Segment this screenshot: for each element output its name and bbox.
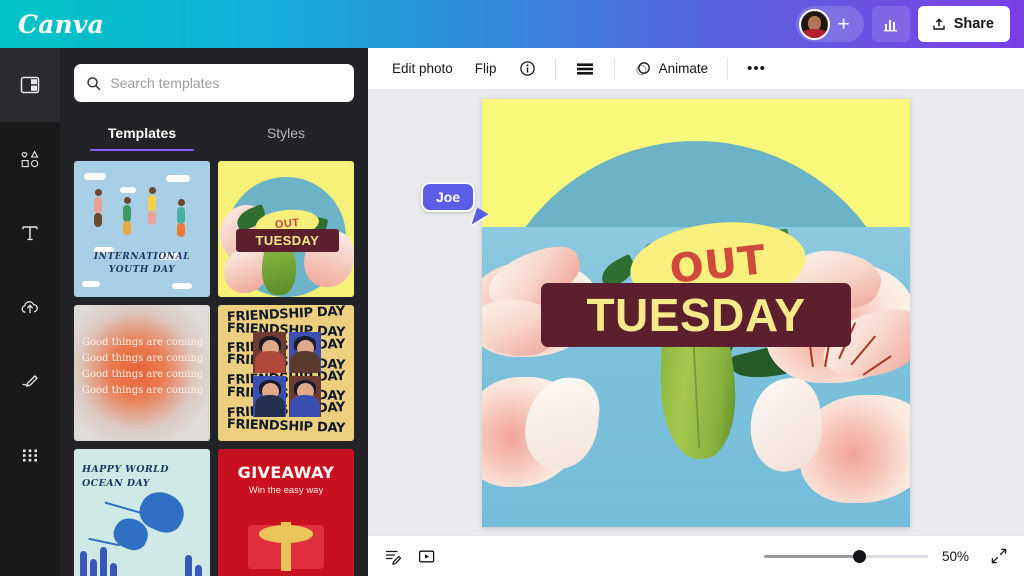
canvas-tuesday-banner[interactable]: TUESDAY	[541, 282, 851, 347]
text-t-icon	[22, 226, 38, 241]
present-button[interactable]	[417, 547, 436, 566]
animate-button[interactable]: Animate	[624, 54, 719, 84]
position-button[interactable]	[565, 55, 605, 83]
share-button[interactable]: Share	[917, 6, 1010, 42]
template-card-international-youth-day[interactable]: INTERNATIONAL YOUTH DAY	[74, 161, 210, 297]
animate-circles-icon	[635, 61, 650, 75]
zoom-slider-knob[interactable]	[853, 549, 867, 563]
template-caption: INTERNATIONAL YOUTH DAY	[93, 252, 191, 275]
rail-item-draw[interactable]	[0, 344, 60, 418]
giveaway-subtitle: Win the easy way	[248, 485, 324, 496]
shapes-icon	[21, 150, 39, 168]
editor-area: Edit photo Flip Animate ••• Joe OUT TUES…	[368, 48, 1024, 576]
grid-dots-icon	[23, 449, 37, 462]
zoom-slider[interactable]	[764, 548, 928, 564]
friendship-portraits	[253, 332, 322, 417]
collaborator-cursor-joe: Joe	[421, 182, 490, 229]
zoom-level-label[interactable]: 50%	[942, 549, 976, 564]
share-label: Share	[953, 16, 994, 32]
rail-item-elements[interactable]	[0, 122, 60, 196]
template-card-friendship-day[interactable]: FRIENDSHIP DAY FRIENDSHIP DAY FRIENDSHIP…	[218, 305, 354, 441]
template-line-3: Good things are coming	[82, 369, 204, 380]
template-card-out-tuesday[interactable]: OUT TUESDAY	[218, 161, 354, 297]
more-options-button[interactable]: •••	[737, 54, 776, 83]
object-toolbar: Edit photo Flip Animate •••	[368, 48, 1024, 90]
tab-templates[interactable]: Templates	[70, 116, 214, 151]
design-canvas[interactable]: OUT TUESDAY	[482, 98, 910, 527]
template-line-4: Good things are coming	[82, 385, 204, 396]
canvas-tuesday-text: TUESDAY	[586, 288, 806, 341]
play-frame-icon	[418, 550, 435, 562]
collaborators-group[interactable]: +	[795, 6, 864, 42]
animate-label: Animate	[658, 61, 709, 76]
template-card-good-things-are-coming[interactable]: Good things are coming Good things are c…	[74, 305, 210, 441]
zoom-slider-fill	[764, 554, 860, 558]
collaborator-name-tag: Joe	[421, 182, 476, 212]
notes-button[interactable]	[384, 547, 403, 566]
template-line-1: Good things are coming	[82, 337, 204, 348]
rail-item-apps[interactable]	[0, 418, 60, 492]
rail-item-text[interactable]	[0, 196, 60, 270]
toolbar-divider-1	[554, 57, 556, 80]
bottom-left-actions	[384, 547, 436, 566]
rail-item-templates[interactable]	[0, 48, 74, 122]
layout-panel-icon	[20, 76, 40, 94]
top-bar-actions: + Share	[795, 6, 1010, 42]
template-line-2: Good things are coming	[82, 353, 204, 364]
left-icon-rail	[0, 48, 74, 576]
template-card-giveaway[interactable]: GIVEAWAY Win the easy way	[218, 449, 354, 576]
search-icon	[87, 76, 101, 90]
canvas-area: Joe OUT TUESDAY	[368, 90, 1024, 535]
flip-button[interactable]: Flip	[465, 55, 507, 82]
template-caption: HAPPY WORLD OCEAN DAY	[82, 464, 169, 489]
search-wrapper	[60, 48, 368, 102]
toolbar-divider-3	[727, 57, 729, 80]
friendship-text-8: FRIENDSHIP DAY	[226, 416, 346, 437]
upload-icon	[932, 18, 945, 30]
canva-editor-window: Canva + Share Search templates Templates…	[0, 0, 1024, 576]
templates-panel: Templates Styles	[60, 48, 368, 576]
bottom-bar: 50%	[368, 535, 1024, 576]
search-box[interactable]	[74, 64, 354, 102]
avatar[interactable]	[798, 8, 830, 40]
bar-chart-icon	[883, 20, 897, 32]
top-bar: Canva + Share	[0, 0, 1024, 48]
template-card-happy-world-ocean-day[interactable]: HAPPY WORLD OCEAN DAY	[74, 449, 210, 576]
position-bars-icon	[576, 62, 593, 75]
add-collaborator-button[interactable]: +	[833, 13, 855, 35]
expand-icon	[991, 548, 1007, 564]
canva-logo[interactable]: Canva	[18, 10, 104, 39]
rail-item-uploads[interactable]	[0, 270, 60, 344]
notes-edit-icon	[385, 550, 402, 565]
panel-tabs: Templates Styles	[60, 116, 368, 151]
bottom-right-controls: 50%	[764, 547, 1008, 565]
fullscreen-button[interactable]	[990, 547, 1008, 565]
giveaway-title: GIVEAWAY	[237, 463, 335, 482]
toolbar-divider-2	[613, 57, 615, 80]
insights-button[interactable]	[871, 6, 910, 42]
edit-photo-button[interactable]: Edit photo	[382, 55, 463, 82]
pen-draw-icon	[22, 375, 38, 387]
template-tuesday-word: TUESDAY	[235, 229, 340, 253]
template-grid: INTERNATIONAL YOUTH DAY OUT TUESDAY Good…	[60, 161, 368, 576]
search-input[interactable]	[110, 64, 342, 102]
info-button[interactable]	[509, 54, 546, 83]
cloud-upload-icon	[21, 301, 38, 314]
info-circle-icon	[519, 61, 535, 76]
tab-styles[interactable]: Styles	[214, 116, 358, 151]
